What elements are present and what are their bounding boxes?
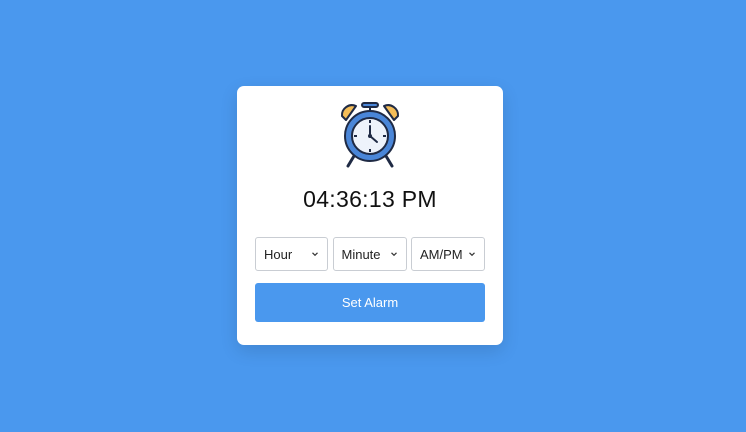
ampm-select-label: AM/PM xyxy=(420,246,463,262)
chevron-down-icon xyxy=(390,252,397,257)
minute-select[interactable]: Minute xyxy=(332,237,407,271)
chevron-down-icon xyxy=(312,252,318,257)
current-time: 04:36:13 PM xyxy=(303,186,437,212)
alarm-select-row: Hour Minute AM/PM xyxy=(255,237,485,271)
alarm-clock-icon xyxy=(332,100,408,170)
hour-select-label: Hour xyxy=(264,246,293,262)
alarm-card: 04:36:13 PM Hour Minute AM/PM Set Alarm xyxy=(237,86,503,345)
ampm-select[interactable]: AM/PM xyxy=(411,237,485,271)
minute-select-label: Minute xyxy=(341,246,381,262)
set-alarm-button[interactable]: Set Alarm xyxy=(255,283,485,322)
chevron-down-icon xyxy=(469,252,475,257)
hour-select[interactable]: Hour xyxy=(255,237,328,271)
